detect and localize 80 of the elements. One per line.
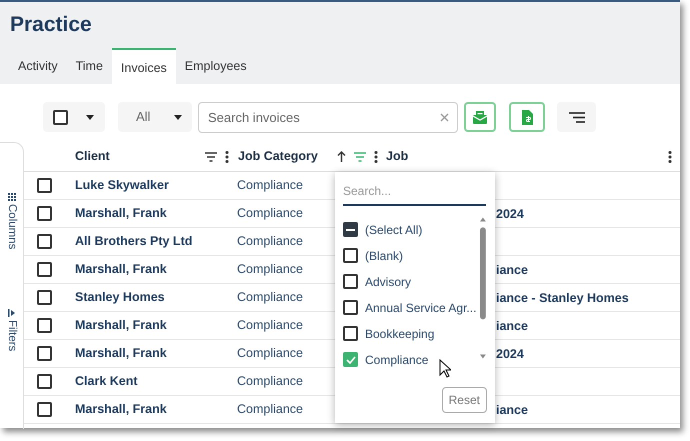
row-checkbox[interactable] <box>37 402 52 417</box>
tab[interactable]: Activity <box>9 48 67 84</box>
category-cell-text: Compliance <box>237 205 304 222</box>
more-icon[interactable] <box>374 150 378 162</box>
client-cell[interactable]: All Brothers Pty Ltd <box>75 232 192 251</box>
page-title: Practice <box>9 12 93 38</box>
sort-up-icon[interactable] <box>337 151 346 162</box>
filter-option[interactable]: Bookkeeping <box>343 324 478 343</box>
client-cell[interactable]: Luke Skywalker <box>75 176 169 195</box>
more-icon[interactable] <box>668 150 672 162</box>
row-checkbox[interactable] <box>37 206 52 221</box>
menu-icon <box>568 112 584 122</box>
job-cell: 2024 <box>496 346 524 360</box>
pointer-icon <box>439 359 451 378</box>
category-cell-text: Compliance <box>237 401 304 418</box>
reset-button[interactable]: Reset <box>442 387 487 413</box>
client-cell[interactable]: Marshall, Frank <box>75 316 167 335</box>
option-checkbox[interactable] <box>343 352 358 367</box>
column-header[interactable]: Job <box>386 147 408 166</box>
filter-option[interactable]: Compliance <box>343 350 478 369</box>
category-cell-text: Compliance <box>237 261 304 278</box>
envelope-icon <box>473 110 487 124</box>
menu-button[interactable] <box>557 102 596 132</box>
more-icon[interactable] <box>225 150 229 162</box>
tab[interactable]: Employees <box>176 48 256 84</box>
tab[interactable]: Time <box>66 48 112 84</box>
grid-icon <box>8 193 16 201</box>
status-dropdown[interactable]: All <box>118 102 192 132</box>
filter-icon[interactable] <box>205 152 217 162</box>
side-tab[interactable]: Columns <box>2 193 20 250</box>
check-icon <box>346 356 356 364</box>
filter-option[interactable]: Advisory <box>343 272 478 291</box>
row-checkbox[interactable] <box>37 262 52 277</box>
option-checkbox[interactable] <box>343 222 358 237</box>
job-cell: iance <box>496 262 528 276</box>
row-checkbox[interactable] <box>37 178 52 193</box>
invoice-button[interactable] <box>509 102 545 132</box>
option-checkbox[interactable] <box>343 326 358 341</box>
client-cell[interactable]: Marshall, Frank <box>75 344 167 363</box>
row-checkbox[interactable] <box>37 290 52 305</box>
row-checkbox[interactable] <box>37 234 52 249</box>
client-cell[interactable]: Marshall, Frank <box>75 260 167 279</box>
option-checkbox[interactable] <box>343 248 358 263</box>
column-header[interactable]: Job Category <box>238 147 318 166</box>
client-cell[interactable]: Stanley Homes <box>75 288 165 307</box>
dash-icon <box>346 228 355 230</box>
job-cell: 2024 <box>496 206 524 220</box>
column-header[interactable]: Client <box>75 147 110 166</box>
job-cell: iance <box>496 402 528 416</box>
filter-bar-icon <box>8 309 16 318</box>
client-cell[interactable]: Clark Kent <box>75 372 138 391</box>
row-checkbox[interactable] <box>37 318 52 333</box>
job-cell: iance <box>496 318 528 332</box>
filter-option[interactable]: (Blank) <box>343 246 478 265</box>
option-checkbox[interactable] <box>343 300 358 315</box>
tab[interactable]: Invoices <box>112 48 176 84</box>
filter-search-field[interactable]: Search... <box>343 178 486 206</box>
email-button[interactable] <box>464 102 496 132</box>
search-field[interactable]: Search invoices <box>198 102 458 132</box>
filter-option[interactable]: (Select All) <box>343 220 478 239</box>
category-cell-text: Compliance <box>237 233 304 250</box>
filter-option[interactable]: Annual Service Agr... <box>343 298 478 317</box>
caret-icon <box>174 114 182 120</box>
job-cell: iance - Stanley Homes <box>496 290 629 304</box>
row-checkbox[interactable] <box>37 374 52 389</box>
select-checkbox[interactable] <box>53 110 68 124</box>
category-cell-text: Compliance <box>237 345 304 362</box>
row-checkbox[interactable] <box>37 346 52 361</box>
category-cell-text: Compliance <box>237 373 304 390</box>
option-checkbox[interactable] <box>343 274 358 289</box>
caret-icon <box>86 114 94 120</box>
category-cell-text: Compliance <box>237 177 304 194</box>
side-tab[interactable]: Filters <box>2 309 20 352</box>
category-cell-text: Compliance <box>237 317 304 334</box>
select-dropdown[interactable] <box>43 102 105 132</box>
category-cell-text: Compliance <box>237 289 304 306</box>
client-cell[interactable]: Marshall, Frank <box>75 400 167 419</box>
clear-icon[interactable] <box>440 112 449 122</box>
client-cell[interactable]: Marshall, Frank <box>75 204 167 223</box>
document-icon <box>522 110 532 124</box>
